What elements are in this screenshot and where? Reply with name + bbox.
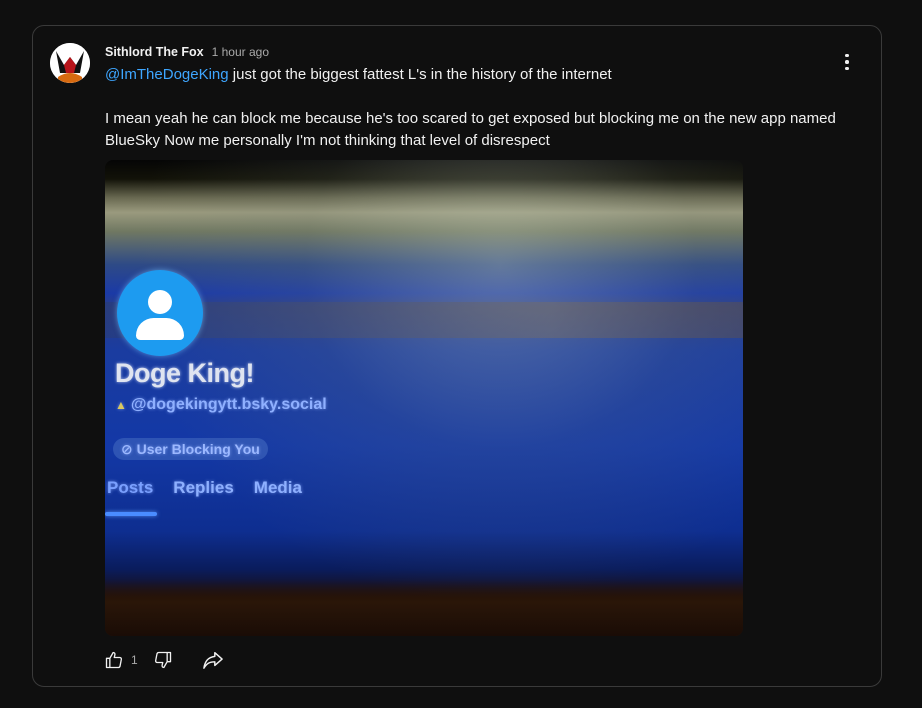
author-name[interactable]: Sithlord The Fox <box>105 45 204 59</box>
screen-bottom-edge <box>105 580 743 636</box>
mention-link[interactable]: @ImTheDogeKing <box>105 66 229 83</box>
attached-image[interactable]: Doge King! ▲ @dogekingytt.bsky.social ⊘ U… <box>105 160 743 636</box>
default-avatar-icon <box>148 290 172 314</box>
active-tab-indicator <box>105 512 157 516</box>
comment-card: Sithlord The Fox 1 hour ago @ImTheDogeKi… <box>32 25 882 687</box>
comment-timestamp[interactable]: 1 hour ago <box>212 45 269 59</box>
comment-header: Sithlord The Fox 1 hour ago <box>105 43 269 61</box>
dislike-button[interactable] <box>152 649 174 671</box>
blocking-badge: ⊘ User Blocking You <box>113 438 268 460</box>
comment-actions: 1 <box>103 648 224 672</box>
profile-tabs: Posts Replies Media <box>107 478 302 498</box>
more-vert-icon <box>845 53 849 58</box>
like-count: 1 <box>131 653 138 667</box>
tab-replies: Replies <box>173 478 234 497</box>
tab-posts: Posts <box>107 478 154 497</box>
tab-media: Media <box>253 478 302 497</box>
crown-icon: ▲ <box>115 398 127 412</box>
like-button[interactable] <box>103 649 125 671</box>
thumbs-down-icon <box>154 651 171 669</box>
profile-picture <box>117 270 203 356</box>
share-button[interactable] <box>202 649 224 671</box>
thumbs-up-icon <box>105 651 123 669</box>
comment-paragraph: @ImTheDogeKing just got the biggest fatt… <box>105 64 845 86</box>
author-avatar[interactable] <box>50 43 90 83</box>
share-icon <box>202 652 223 669</box>
comment-paragraph-2: I mean yeah he can block me because he's… <box>105 110 836 149</box>
profile-display-name: Doge King! <box>115 358 254 388</box>
comment-body: @ImTheDogeKing just got the biggest fatt… <box>105 64 845 152</box>
profile-handle: ▲ @dogekingytt.bsky.social <box>115 396 327 413</box>
comment-text-line: just got the biggest fattest L's in the … <box>228 66 612 83</box>
fox-avatar-icon <box>50 43 90 83</box>
